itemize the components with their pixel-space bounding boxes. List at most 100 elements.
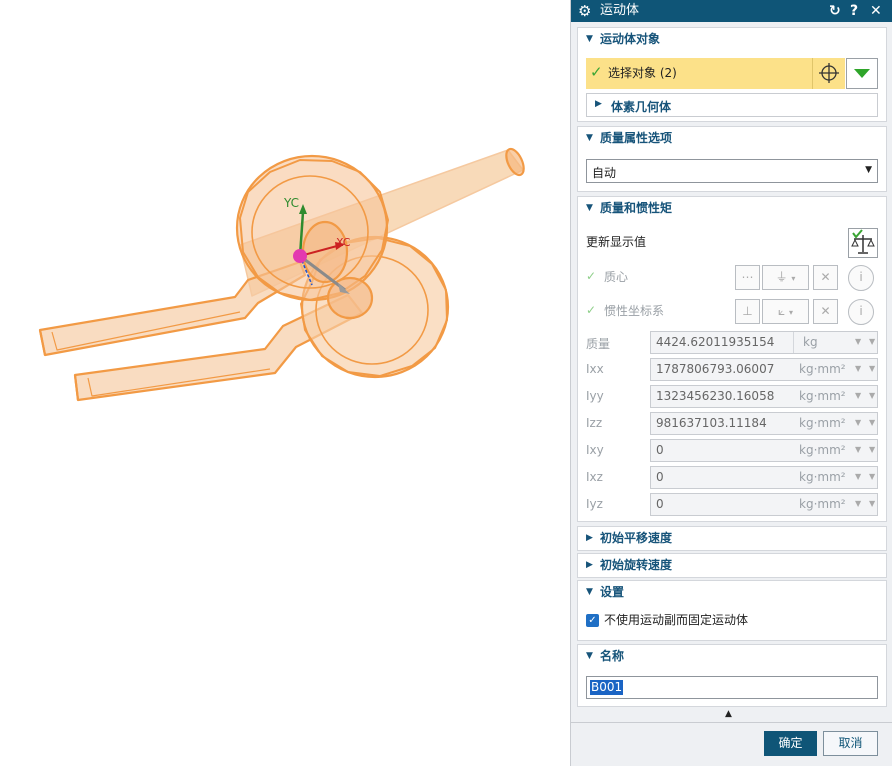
section-header-name[interactable]: ▼ 名称 bbox=[578, 645, 886, 669]
iyy-value: 1323456230.16058 bbox=[656, 389, 775, 403]
iyz-unit[interactable]: kg·mm² bbox=[799, 497, 846, 511]
section-header-mass-options[interactable]: ▼ 质量属性选项 bbox=[578, 127, 886, 151]
check-icon: ✓ bbox=[590, 63, 603, 81]
chevron-down-icon: ▼ bbox=[586, 133, 593, 143]
name-input[interactable]: B001 bbox=[586, 676, 878, 699]
ixy-unit[interactable]: kg·mm² bbox=[799, 443, 846, 457]
ixz-label: Ixz bbox=[586, 470, 603, 484]
chevron-down-icon: ▼ bbox=[586, 203, 593, 213]
mass-option-value: 自动 bbox=[592, 166, 617, 180]
yc-label: YC bbox=[283, 196, 299, 210]
ixy-value: 0 bbox=[656, 443, 664, 457]
mass-option-select[interactable]: 自动 ▼ bbox=[586, 159, 878, 183]
dialog-titlebar: ⚙ 运动体 ↻ ? ✕ bbox=[571, 0, 892, 22]
gear-icon[interactable]: ⚙ bbox=[578, 2, 591, 20]
section-header-objects[interactable]: ▼ 运动体对象 bbox=[578, 28, 886, 52]
clear-centroid-icon[interactable]: ✕ bbox=[813, 265, 838, 290]
select-object-row[interactable]: ✓ 选择对象 (2) bbox=[586, 58, 812, 89]
chevron-down-icon: ▼ bbox=[855, 418, 862, 427]
izz-field[interactable]: 981637103.11184 kg·mm² ▼ ▼ bbox=[650, 412, 878, 435]
chevron-down-icon: ▼ bbox=[586, 34, 593, 44]
mass-field[interactable]: 4424.62011935154 kg ▼ ▼ bbox=[650, 331, 878, 354]
ground-icon: ⏚ bbox=[775, 270, 788, 284]
section-name: ▼ 名称 B001 bbox=[577, 644, 887, 707]
mass-value: 4424.62011935154 bbox=[656, 335, 775, 349]
inertia-csys-label: 惯性坐标系 bbox=[604, 304, 665, 318]
crosshair-icon bbox=[819, 63, 839, 83]
motion-body-dialog: ⚙ 运动体 ↻ ? ✕ ▼ 运动体对象 ✓ 选择对象 (2) ▶ 体素几何体 ▼… bbox=[570, 0, 892, 766]
mass-label: 质量 bbox=[586, 337, 611, 351]
dialog-title: 运动体 bbox=[600, 3, 640, 18]
close-button[interactable]: ✕ bbox=[870, 2, 882, 20]
chevron-down-icon: ▼ bbox=[586, 651, 593, 661]
xc-label: XC bbox=[336, 236, 351, 249]
cancel-button[interactable]: 取消 bbox=[823, 731, 878, 756]
section-mass-inertia: ▼ 质量和惯性矩 更新显示值 ✓ 质心 ⋯ ⏚ ▾ ✕ i ✓ 惯性坐标系 ⊥ … bbox=[577, 196, 887, 522]
iyy-unit[interactable]: kg·mm² bbox=[799, 389, 846, 403]
section-header-initial-rotation[interactable]: ▶ 初始旋转速度 bbox=[578, 554, 886, 578]
subgeometry-group[interactable]: ▶ 体素几何体 bbox=[586, 93, 878, 117]
name-value: B001 bbox=[590, 680, 624, 695]
ixz-unit[interactable]: kg·mm² bbox=[799, 470, 846, 484]
chevron-down-icon[interactable]: ▼ bbox=[869, 499, 875, 508]
chevron-down-icon: ▼ bbox=[855, 391, 862, 400]
izz-value: 981637103.11184 bbox=[656, 416, 767, 430]
ok-button[interactable]: 确定 bbox=[764, 731, 817, 756]
section-header-mass-inertia[interactable]: ▼ 质量和惯性矩 bbox=[578, 197, 886, 221]
chevron-down-icon: ▼ bbox=[586, 587, 593, 597]
collapse-arrow-icon[interactable]: ▲ bbox=[725, 709, 732, 719]
info-icon[interactable]: i bbox=[848, 265, 874, 291]
csys-type-dropdown[interactable]: ⟀ ▾ bbox=[762, 299, 809, 324]
chevron-down-icon: ▼ bbox=[855, 337, 862, 346]
section-motion-body-objects: ▼ 运动体对象 ✓ 选择对象 (2) ▶ 体素几何体 bbox=[577, 27, 887, 122]
balance-scale-icon bbox=[851, 229, 875, 254]
fix-body-label: 不使用运动副而固定运动体 bbox=[604, 613, 749, 627]
point-type-dropdown[interactable]: ⏚ ▾ bbox=[762, 265, 809, 290]
ixy-field[interactable]: 0 kg·mm² ▼ ▼ bbox=[650, 439, 878, 462]
ixz-value: 0 bbox=[656, 470, 664, 484]
chevron-down-icon[interactable]: ▼ bbox=[869, 472, 875, 481]
chevron-right-icon: ▶ bbox=[586, 560, 593, 570]
chevron-down-icon[interactable]: ▼ bbox=[869, 391, 875, 400]
clear-csys-icon[interactable]: ✕ bbox=[813, 299, 838, 324]
iyz-field[interactable]: 0 kg·mm² ▼ ▼ bbox=[650, 493, 878, 516]
ixx-value: 1787806793.06007 bbox=[656, 362, 775, 376]
point-dialog-icon[interactable]: ⋯ bbox=[735, 265, 760, 290]
section-header-initial-translation[interactable]: ▶ 初始平移速度 bbox=[578, 527, 886, 551]
chevron-down-icon[interactable]: ▼ bbox=[869, 364, 875, 373]
3d-model-view: YC XC bbox=[38, 147, 525, 402]
mass-unit[interactable]: kg bbox=[803, 335, 818, 349]
chevron-down-icon: ▾ bbox=[791, 274, 796, 283]
section-title: 初始旋转速度 bbox=[600, 558, 673, 572]
ixx-field[interactable]: 1787806793.06007 kg·mm² ▼ ▼ bbox=[650, 358, 878, 381]
update-values-button[interactable] bbox=[848, 228, 878, 258]
select-object-label: 选择对象 (2) bbox=[608, 66, 677, 80]
chevron-down-icon[interactable]: ▼ bbox=[869, 337, 875, 346]
section-header-settings[interactable]: ▼ 设置 bbox=[578, 581, 886, 605]
iyz-value: 0 bbox=[656, 497, 664, 511]
section-initial-translation: ▶ 初始平移速度 bbox=[577, 526, 887, 551]
section-initial-rotation: ▶ 初始旋转速度 bbox=[577, 553, 887, 578]
chevron-down-icon[interactable]: ▼ bbox=[869, 445, 875, 454]
subgeometry-label: 体素几何体 bbox=[611, 100, 672, 114]
check-icon: ✓ bbox=[586, 303, 597, 317]
fix-body-checkbox[interactable]: ✓ bbox=[586, 614, 599, 627]
chevron-down-icon: ▾ bbox=[789, 308, 794, 317]
iyy-field[interactable]: 1323456230.16058 kg·mm² ▼ ▼ bbox=[650, 385, 878, 408]
selection-dropdown-button[interactable] bbox=[846, 58, 878, 89]
section-title: 设置 bbox=[600, 585, 625, 599]
select-crosshair-button[interactable] bbox=[812, 58, 845, 89]
reset-icon[interactable]: ↻ bbox=[829, 2, 841, 20]
field-divider bbox=[793, 332, 794, 353]
ixx-unit[interactable]: kg·mm² bbox=[799, 362, 846, 376]
iyy-label: Iyy bbox=[586, 389, 604, 403]
chevron-down-icon[interactable]: ▼ bbox=[869, 418, 875, 427]
graphics-viewport[interactable]: YC XC bbox=[0, 0, 570, 766]
info-icon[interactable]: i bbox=[848, 299, 874, 325]
section-title: 质量和惯性矩 bbox=[600, 201, 673, 215]
help-button[interactable]: ? bbox=[850, 2, 858, 20]
csys-dialog-icon[interactable]: ⊥ bbox=[735, 299, 760, 324]
izz-unit[interactable]: kg·mm² bbox=[799, 416, 846, 430]
ixz-field[interactable]: 0 kg·mm² ▼ ▼ bbox=[650, 466, 878, 489]
update-values-label: 更新显示值 bbox=[586, 235, 647, 249]
